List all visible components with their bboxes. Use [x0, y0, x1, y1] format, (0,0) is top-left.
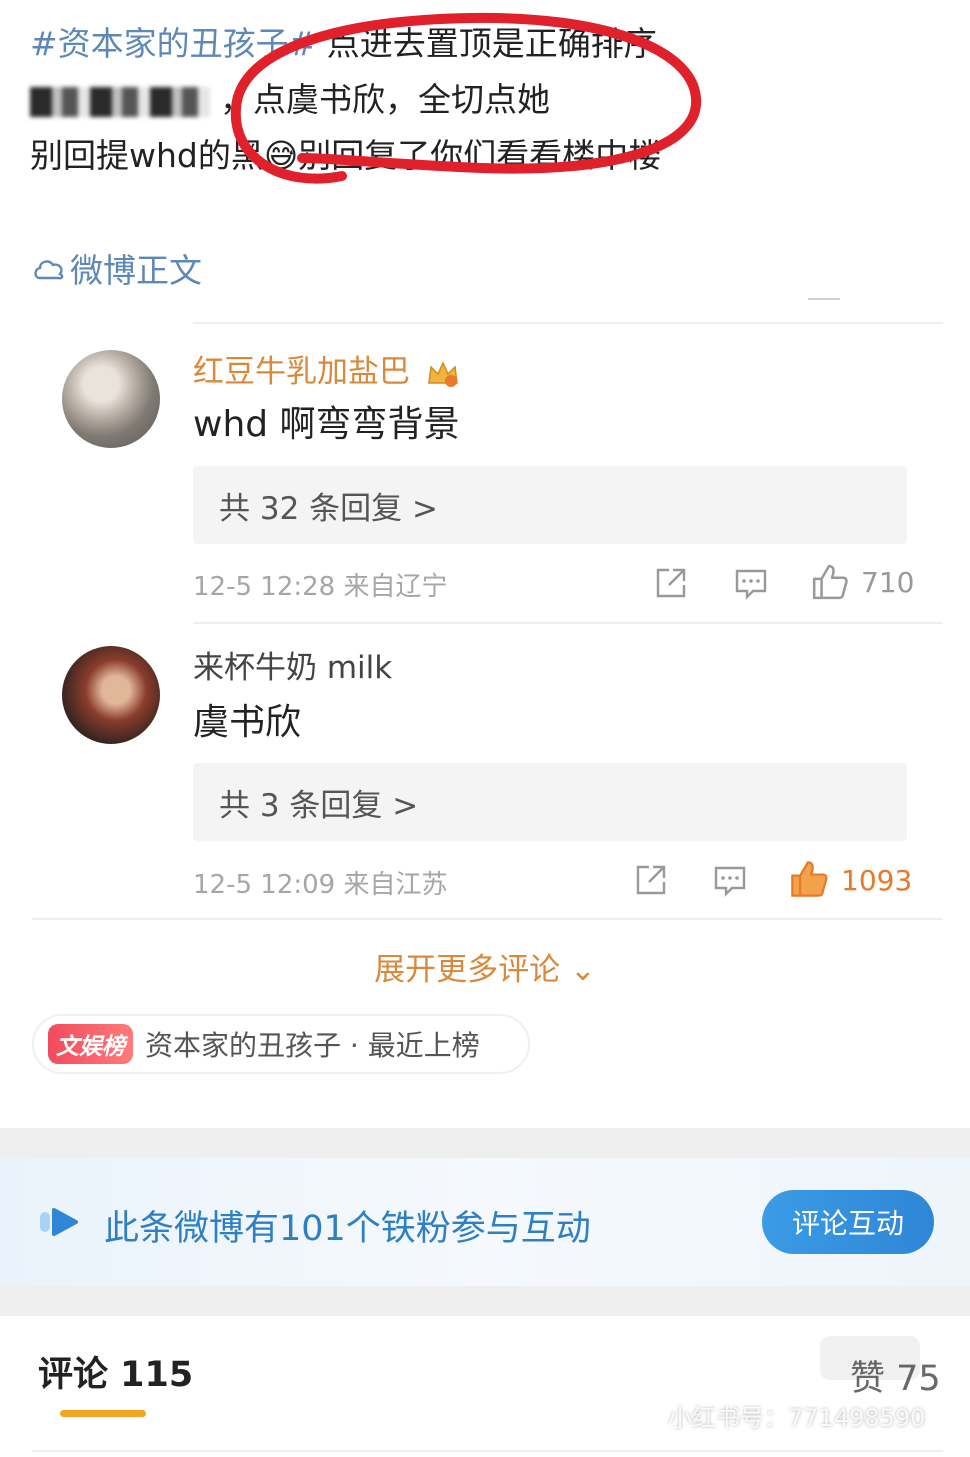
watermark: 小红书号：771498590 [668, 1404, 926, 1432]
comment-icon[interactable] [712, 862, 748, 898]
like-icon[interactable] [811, 563, 849, 601]
tab-likes[interactable]: 赞 75 [850, 1350, 941, 1401]
fans-interaction-icon [40, 1208, 78, 1236]
rank-text: 资本家的丑孩子 · 最近上榜 [145, 1029, 480, 1062]
comment-username[interactable]: 来杯牛奶 milk [193, 648, 392, 688]
avatar[interactable] [62, 350, 160, 448]
collapse-handle[interactable] [808, 298, 840, 300]
weibo-cloud-icon [34, 260, 64, 280]
weibo-original-link[interactable]: 微博正文 [32, 244, 202, 292]
like-icon-active[interactable] [789, 859, 829, 899]
avatar[interactable] [62, 646, 160, 744]
like-count: 710 [861, 566, 915, 599]
like-count: 1093 [841, 864, 913, 897]
crown-badge-icon [428, 360, 458, 387]
comment-icon[interactable] [733, 565, 769, 601]
comment-text: whd 啊弯弯背景 [193, 404, 460, 445]
share-icon[interactable] [633, 862, 669, 898]
comment-meta: 12-5 12:28 来自辽宁 [193, 572, 448, 602]
active-tab-indicator [60, 1410, 146, 1417]
post-line-1: #资本家的丑孩子# 点进去置顶是正确排序 [30, 22, 657, 66]
redacted-text [30, 86, 210, 117]
trending-rank-pill[interactable]: 文娱榜 资本家的丑孩子 · 最近上榜 [32, 1014, 530, 1074]
section-separator [0, 1128, 970, 1158]
rank-badge: 文娱榜 [48, 1024, 133, 1064]
post-line-2: ，点虞书欣，全切点她 [30, 78, 550, 122]
view-replies-button[interactable]: 共 3 条回复 > [193, 763, 907, 841]
tab-comments[interactable]: 评论 115 [38, 1346, 193, 1397]
divider [193, 622, 943, 624]
post-line-2-text: ，点虞书欣，全切点她 [220, 80, 550, 119]
share-icon[interactable] [653, 565, 689, 601]
section-separator [0, 1286, 970, 1316]
fans-banner-text: 此条微博有101个铁粉参与互动 [104, 1209, 591, 1249]
hashtag-link[interactable]: #资本家的丑孩子# [30, 24, 316, 63]
expand-more-comments-button[interactable]: 展开更多评论 ⌄ [0, 944, 970, 989]
post-line-3: 别回提whd的黑😅别回复了你们看看楼中楼 [30, 136, 662, 175]
comment-meta: 12-5 12:09 来自江苏 [193, 870, 448, 900]
comment-username[interactable]: 红豆牛乳加盐巴 [193, 352, 460, 392]
divider [32, 918, 943, 920]
weibo-link-label: 微博正文 [70, 251, 202, 290]
view-replies-button[interactable]: 共 32 条回复 > [193, 466, 907, 544]
divider [32, 1450, 943, 1452]
post-line-1-text: 点进去置顶是正确排序 [316, 24, 657, 63]
comment-interact-button[interactable]: 评论互动 [762, 1190, 934, 1254]
divider [193, 322, 943, 324]
username-text: 红豆牛乳加盐巴 [193, 354, 410, 390]
comment-text: 虞书欣 [193, 702, 302, 743]
